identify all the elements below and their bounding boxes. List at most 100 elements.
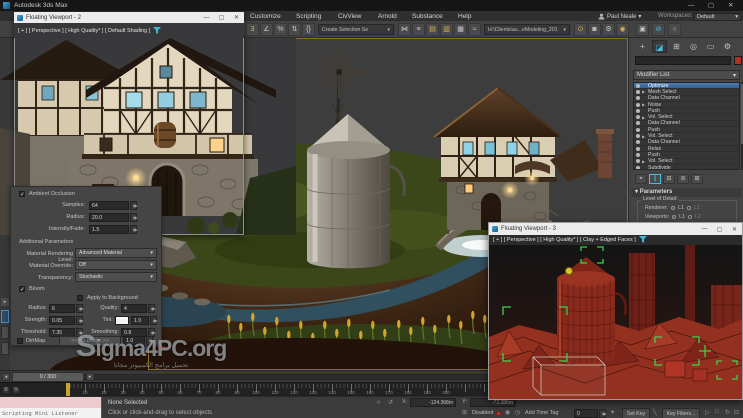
app-maximize-button[interactable]: ▢: [708, 0, 714, 11]
fv3-label-text[interactable]: [ + ] [ Perspective ] [ High Quality* ] …: [493, 237, 636, 243]
bloom-checkbox[interactable]: ✓: [19, 286, 25, 292]
layout-preset-2[interactable]: [1, 326, 9, 339]
fv2-label-text[interactable]: [ + ] [ Perspective ] [ High Quality* ] …: [18, 28, 150, 34]
mirror-icon[interactable]: ⋈: [398, 23, 411, 36]
visibility-icon[interactable]: [636, 115, 640, 119]
layout-preset-3[interactable]: [1, 342, 9, 355]
bloom-radius-spinner[interactable]: [76, 304, 83, 313]
expand-icon[interactable]: ▶: [642, 115, 646, 120]
fv3-minimize-button[interactable]: —: [697, 226, 712, 232]
ao-radius-field[interactable]: 20.0: [89, 213, 129, 222]
expand-icon[interactable]: ▶: [642, 159, 646, 164]
next-frame-button[interactable]: ▸: [86, 373, 94, 381]
samples-field[interactable]: 64: [89, 201, 129, 210]
visibility-icon[interactable]: [636, 140, 640, 144]
visibility-icon[interactable]: [636, 121, 640, 125]
samples-spinner[interactable]: [130, 201, 137, 210]
tab-display[interactable]: ▭: [703, 40, 718, 53]
render-production-icon[interactable]: ◉: [616, 23, 629, 36]
layout-preset-active[interactable]: [1, 310, 9, 323]
renderer-l2-radio[interactable]: [687, 206, 691, 210]
floating-viewport-2-titlebar[interactable]: Floating Viewport - 2 — ▢ ✕: [14, 12, 244, 23]
frame-spinner[interactable]: [599, 409, 606, 418]
menu-customize[interactable]: Customize: [250, 13, 281, 20]
key-icon[interactable]: ✦: [610, 409, 615, 416]
orbit-icon[interactable]: ↻: [725, 409, 730, 416]
renderer-l1-radio[interactable]: [671, 206, 675, 210]
fv2-minimize-button[interactable]: —: [199, 15, 214, 21]
ambient-occlusion-checkbox[interactable]: ✓: [19, 191, 25, 197]
render-setup-icon[interactable]: ⚙: [602, 23, 615, 36]
strength-spinner[interactable]: [76, 316, 83, 325]
named-selection-set-dropdown[interactable]: Create Selection Se ▾: [318, 24, 394, 35]
visibility-icon[interactable]: [636, 96, 640, 100]
time-slider-thumb[interactable]: 0 / 300: [12, 372, 84, 382]
expand-icon[interactable]: ▶: [642, 134, 646, 139]
menu-arnold[interactable]: Arnold: [378, 13, 397, 20]
maximize-viewport-icon[interactable]: ⊡: [734, 409, 739, 416]
modifier-list-dropdown[interactable]: Modifier List ▾: [633, 70, 740, 80]
app-close-button[interactable]: ✕: [728, 0, 733, 11]
apply-to-background-checkbox[interactable]: [77, 295, 83, 301]
fv3-viewport-label[interactable]: [ + ] [ Perspective ] [ High Quality* ] …: [489, 235, 742, 245]
user-account-button[interactable]: Paul Neale ▾: [598, 12, 641, 21]
auto-key-indicator[interactable]: [496, 411, 501, 416]
visibility-icon[interactable]: [636, 166, 640, 170]
transform-typein-icon[interactable]: ⊹: [376, 399, 381, 406]
previous-frame-button[interactable]: ◂: [2, 373, 10, 381]
app-minimize-button[interactable]: —: [688, 0, 695, 11]
visibility-icon[interactable]: [636, 134, 640, 138]
visibility-icon[interactable]: [636, 109, 640, 113]
floating-viewport-3-titlebar[interactable]: Floating Viewport - 3 — ▢ ✕: [489, 223, 742, 235]
stack-row[interactable]: Subdivide: [634, 165, 739, 170]
dirtmap-no-image-button[interactable]: << No Image >>: [59, 336, 121, 346]
intensity-field[interactable]: 1.5: [89, 225, 129, 234]
viewports-l2-radio[interactable]: [688, 215, 692, 219]
tint-spinner[interactable]: [150, 316, 157, 325]
app-titlebar[interactable]: Autodesk 3ds Max — ▢ ✕: [0, 0, 743, 11]
isolate-selection-icon[interactable]: ⊘: [652, 23, 665, 36]
curve-editor-icon[interactable]: ≈: [468, 23, 481, 36]
play-icon[interactable]: ▷: [705, 409, 710, 416]
ribbon-toggle-icon[interactable]: ▦: [454, 23, 467, 36]
set-key-button[interactable]: Set Key: [622, 408, 650, 418]
show-end-result-button[interactable]: ∥: [649, 174, 661, 184]
visibility-icon[interactable]: [636, 90, 640, 94]
viewports-l1-radio[interactable]: [672, 215, 676, 219]
object-name-field[interactable]: [635, 56, 731, 65]
material-override-dropdown[interactable]: Off▾: [75, 260, 157, 270]
align-icon[interactable]: ≡: [412, 23, 425, 36]
remove-modifier-button[interactable]: ⊘: [677, 174, 689, 184]
bloom-radius-field[interactable]: 6: [49, 304, 75, 313]
fv2-close-button[interactable]: ✕: [229, 14, 244, 21]
grid-snap-icon[interactable]: ⊞: [462, 409, 467, 416]
menu-civview[interactable]: CivView: [338, 13, 361, 20]
state-sets-icon[interactable]: ▣: [636, 23, 649, 36]
expand-icon[interactable]: ▶: [642, 89, 646, 94]
project-folder-dropdown[interactable]: H:\Clients\au...eModeling_201 ▾: [484, 24, 570, 35]
expand-icon[interactable]: ▶: [642, 102, 646, 107]
visibility-icon[interactable]: [636, 84, 640, 88]
dirtmap-value-field[interactable]: 1.0: [123, 336, 145, 345]
maxscript-mini-listener-input[interactable]: Scripting Mini Listener: [0, 408, 102, 418]
smart-placement-icon[interactable]: ○: [668, 23, 681, 36]
open-mini-curve-editor-icon[interactable]: ≣: [2, 386, 10, 394]
fv2-viewport-label[interactable]: [ + ] [ Perspective ] [ High Quality* ] …: [14, 23, 244, 38]
workspace-dropdown[interactable]: Default ▾: [694, 13, 741, 21]
absolute-mode-icon[interactable]: ↺: [388, 399, 393, 406]
tab-hierarchy[interactable]: ⊞: [669, 40, 684, 53]
object-color-swatch[interactable]: [734, 56, 742, 65]
percent-snap-icon[interactable]: %: [274, 23, 287, 36]
x-coordinate-field[interactable]: -124.368m: [410, 398, 456, 407]
filter-funnel-icon[interactable]: [153, 27, 161, 35]
current-frame-field[interactable]: 0: [574, 409, 598, 418]
strength-field[interactable]: 0.05: [49, 316, 75, 325]
material-editor-icon[interactable]: ◙: [588, 23, 601, 36]
menu-help[interactable]: Help: [458, 13, 471, 20]
clock-icon[interactable]: ◷: [515, 409, 520, 416]
visibility-icon[interactable]: [636, 159, 640, 163]
fv2-maximize-button[interactable]: ▢: [214, 14, 229, 21]
edit-named-selection-sets-icon[interactable]: {}: [302, 23, 315, 36]
spinner-snap-icon[interactable]: ⇅: [288, 23, 301, 36]
clay-wireframe-scene[interactable]: [489, 245, 742, 399]
